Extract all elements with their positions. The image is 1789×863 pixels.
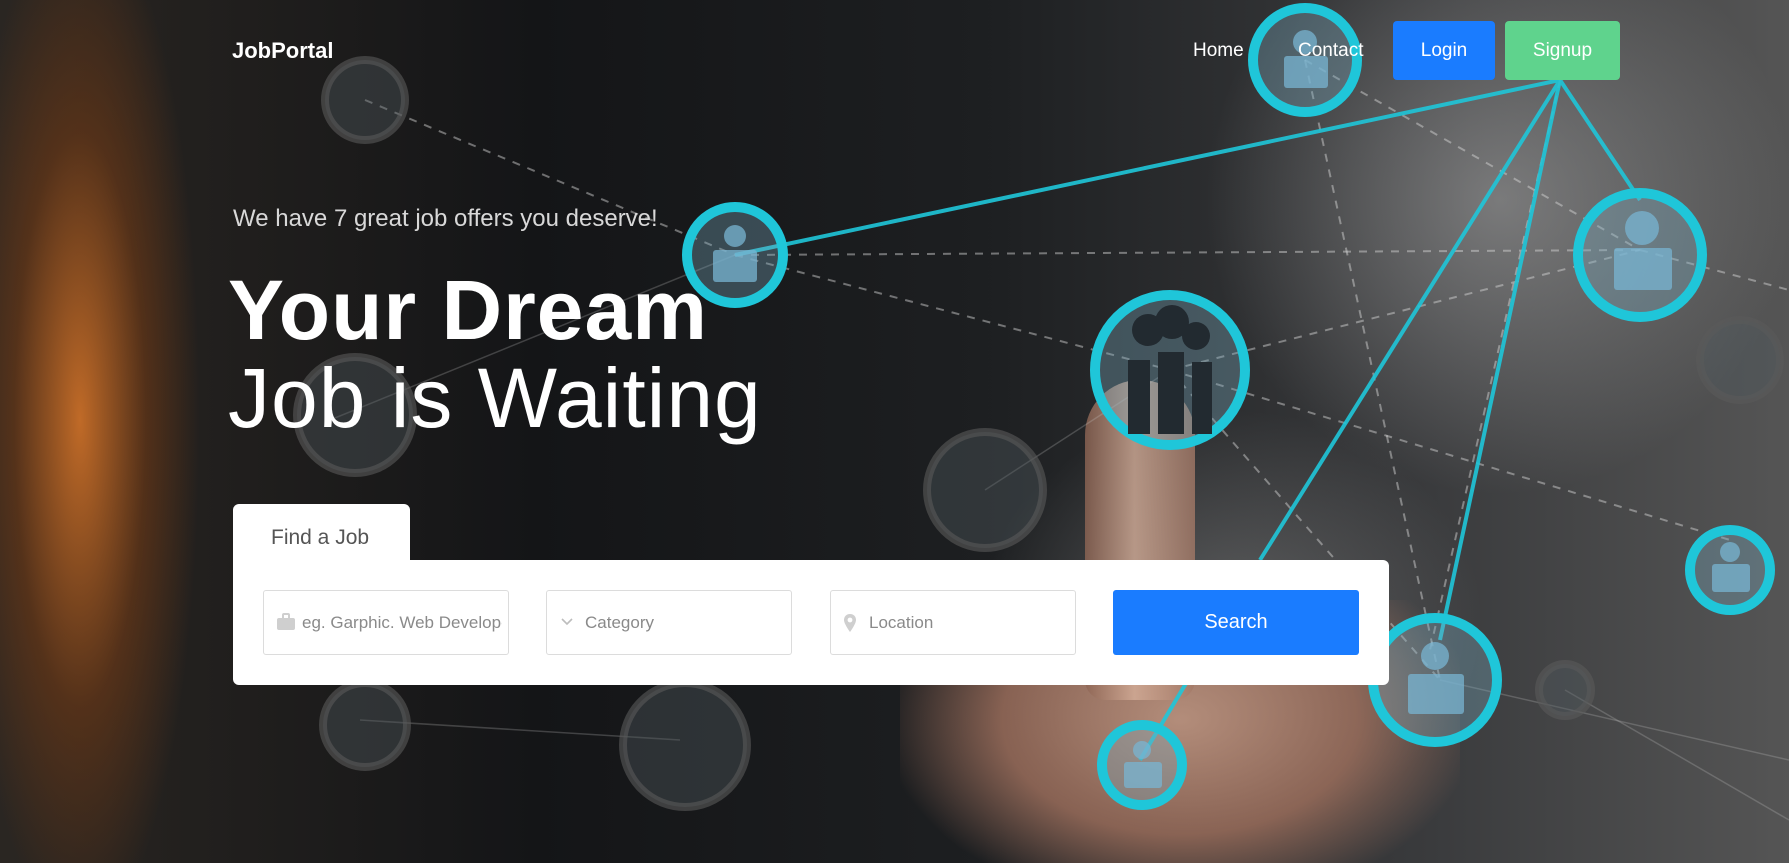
location-field — [830, 590, 1076, 655]
chevron-down-icon — [559, 613, 579, 633]
location-input[interactable] — [869, 591, 1069, 654]
keyword-field — [263, 590, 509, 655]
hero-headline-line2: Job is Waiting — [228, 351, 762, 445]
search-button[interactable]: Search — [1113, 590, 1359, 655]
hero-tagline: We have 7 great job offers you deserve! — [233, 205, 658, 232]
keyword-input[interactable] — [302, 591, 502, 654]
nav-contact-link[interactable]: Contact — [1298, 40, 1363, 62]
hero-headline-line1: Your Dream — [228, 263, 708, 357]
tab-find-a-job[interactable]: Find a Job — [233, 504, 410, 566]
category-select[interactable] — [585, 591, 785, 654]
login-button[interactable]: Login — [1393, 21, 1495, 80]
signup-button[interactable]: Signup — [1505, 21, 1620, 80]
nav-home-link[interactable]: Home — [1193, 40, 1244, 62]
map-pin-icon — [843, 613, 863, 633]
job-search-panel: Search — [233, 560, 1389, 685]
category-field[interactable] — [546, 590, 792, 655]
briefcase-icon — [276, 613, 296, 633]
brand-logo[interactable]: JobPortal — [232, 38, 333, 64]
